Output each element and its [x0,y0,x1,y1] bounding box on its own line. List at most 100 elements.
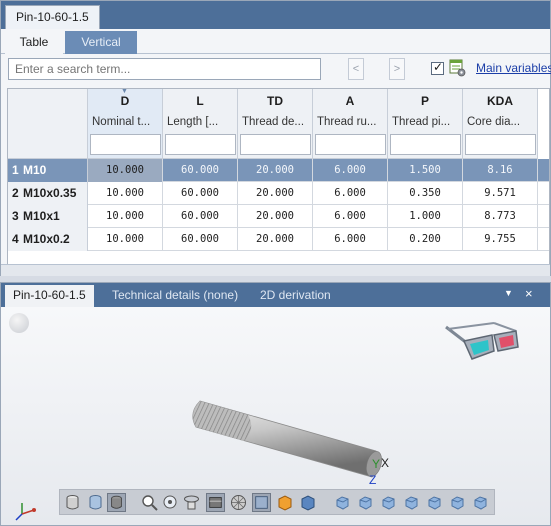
column-code: KDA [487,94,513,108]
row-header[interactable]: 1 M10 [8,159,88,182]
view-back-icon[interactable] [356,493,375,512]
table-cell[interactable]: 6.000 [313,182,388,205]
table-cell[interactable]: 60.000 [163,159,238,182]
table-row[interactable]: 4 M10x0.2 10.000 60.000 20.000 6.000 0.2… [8,228,549,251]
table-cell[interactable]: 10.000 [88,205,163,228]
view-front-icon[interactable] [333,493,352,512]
table-cell[interactable]: 60.000 [163,228,238,251]
table-cell[interactable]: 20.000 [238,182,313,205]
next-result-button[interactable]: > [389,58,405,80]
column-header[interactable]: L Length [... [163,89,238,159]
panel-menu-icon[interactable]: ▼ [504,288,513,298]
table-row[interactable]: 1 M10 10.000 60.000 20.000 6.000 1.500 8… [8,159,549,182]
color-icon[interactable] [275,493,294,512]
column-filter-input[interactable] [315,134,386,155]
table-cell[interactable]: 1.000 [388,205,463,228]
view-orientation-icon[interactable] [9,313,29,333]
table-cell[interactable]: 20.000 [238,228,313,251]
table-cell[interactable]: 60.000 [163,205,238,228]
column-filter-input[interactable] [240,134,311,155]
row-variant-name: M10x0.2 [23,232,70,246]
table-cell[interactable]: 9.571 [463,182,538,205]
row-number: 4 [12,232,19,246]
column-filter-input[interactable] [165,134,236,155]
3d-viewport[interactable]: Y X Z [1,307,550,525]
axis-triad-icon [15,503,36,521]
main-variables-link[interactable]: Main variables [476,61,551,75]
column-code: P [420,94,429,108]
pin-3d-model [192,400,382,478]
wireframe-view-icon[interactable] [86,493,105,512]
tab-2d-derivation[interactable]: 2D derivation [252,285,339,307]
main-variables-checkbox[interactable]: ✓ [431,60,444,75]
table-corner[interactable] [8,89,88,159]
table-cell[interactable]: 0.200 [388,228,463,251]
column-filter-input[interactable] [90,134,161,155]
table-cell[interactable]: 8.16 [463,159,538,182]
table-cell[interactable]: 8.773 [463,205,538,228]
box-select-icon[interactable] [206,493,225,512]
table-cell[interactable]: 10.000 [88,228,163,251]
close-icon[interactable]: × [525,286,533,301]
view-right-icon[interactable] [402,493,421,512]
previous-result-button[interactable]: < [348,58,364,80]
column-filter-input[interactable] [465,134,536,155]
row-variant-name: M10 [23,163,47,177]
table-cell[interactable]: 10.000 [88,159,163,182]
view-bottom-icon[interactable] [448,493,467,512]
view-left-icon[interactable] [379,493,398,512]
mesh-icon[interactable] [229,493,248,512]
table-cell[interactable]: 0.350 [388,182,463,205]
column-filter-input[interactable] [390,134,461,155]
column-header[interactable]: P Thread pi... [388,89,463,159]
main-variables-icon[interactable] [449,59,466,77]
section-icon[interactable] [252,493,271,512]
column-header[interactable]: ▼ D Nominal t... [88,89,163,159]
rotate-icon[interactable] [182,493,201,512]
row-variant-name: M10x1 [23,209,60,223]
zoom-window-icon[interactable] [161,493,180,512]
table-cell[interactable]: 1.500 [388,159,463,182]
tab-technical-details[interactable]: Technical details (none) [104,285,246,307]
tab-vertical[interactable]: Vertical [65,31,137,54]
view-top-icon[interactable] [425,493,444,512]
table-cell[interactable]: 9.755 [463,228,538,251]
zoom-icon[interactable] [140,493,159,512]
row-variant-name: M10x0.35 [23,186,77,200]
row-number: 1 [12,163,19,177]
table-cell[interactable]: 6.000 [313,228,388,251]
y-axis-label: Y [372,457,381,471]
search-input[interactable] [8,58,321,80]
table-cell[interactable]: 20.000 [238,159,313,182]
table-header: ▼ D Nominal t... L Length [... TD Thread… [8,89,549,159]
column-header[interactable]: TD Thread de... [238,89,313,159]
column-description: Core dia... [467,116,521,128]
column-header[interactable]: A Thread ru... [313,89,388,159]
stereo-glasses-icon[interactable] [442,317,522,369]
search-row: < > ✓ Main variables [1,55,551,85]
table-cell[interactable]: 10.000 [88,182,163,205]
view-iso-icon[interactable] [471,493,490,512]
table-cell[interactable]: 6.000 [313,205,388,228]
table-row[interactable]: 3 M10x1 10.000 60.000 20.000 6.000 1.000… [8,205,549,228]
preview-panel: Pin-10-60-1.5 Technical details (none) 2… [0,282,551,526]
row-header[interactable]: 2 M10x0.35 [8,182,88,205]
solid-view-icon[interactable] [63,493,82,512]
table-cell[interactable]: 6.000 [313,159,388,182]
column-code: TD [267,94,283,108]
table-cell[interactable]: 20.000 [238,205,313,228]
column-header[interactable]: KDA Core dia... [463,89,538,159]
column-description: Thread ru... [317,116,377,128]
table-row[interactable]: 2 M10x0.35 10.000 60.000 20.000 6.000 0.… [8,182,549,205]
checkmark-icon: ✓ [433,60,444,74]
document-tab[interactable]: Pin-10-60-1.5 [5,5,100,29]
horizontal-scrollbar[interactable] [1,264,550,276]
row-header[interactable]: 3 M10x1 [8,205,88,228]
box-icon[interactable] [298,493,317,512]
row-header[interactable]: 4 M10x0.2 [8,228,88,251]
shaded-view-icon[interactable] [107,493,126,512]
tab-table[interactable]: Table [5,31,63,54]
table-cell[interactable]: 60.000 [163,182,238,205]
preview-tab-bar: Pin-10-60-1.5 Technical details (none) 2… [1,283,550,307]
tab-3d-preview[interactable]: Pin-10-60-1.5 [5,285,94,307]
